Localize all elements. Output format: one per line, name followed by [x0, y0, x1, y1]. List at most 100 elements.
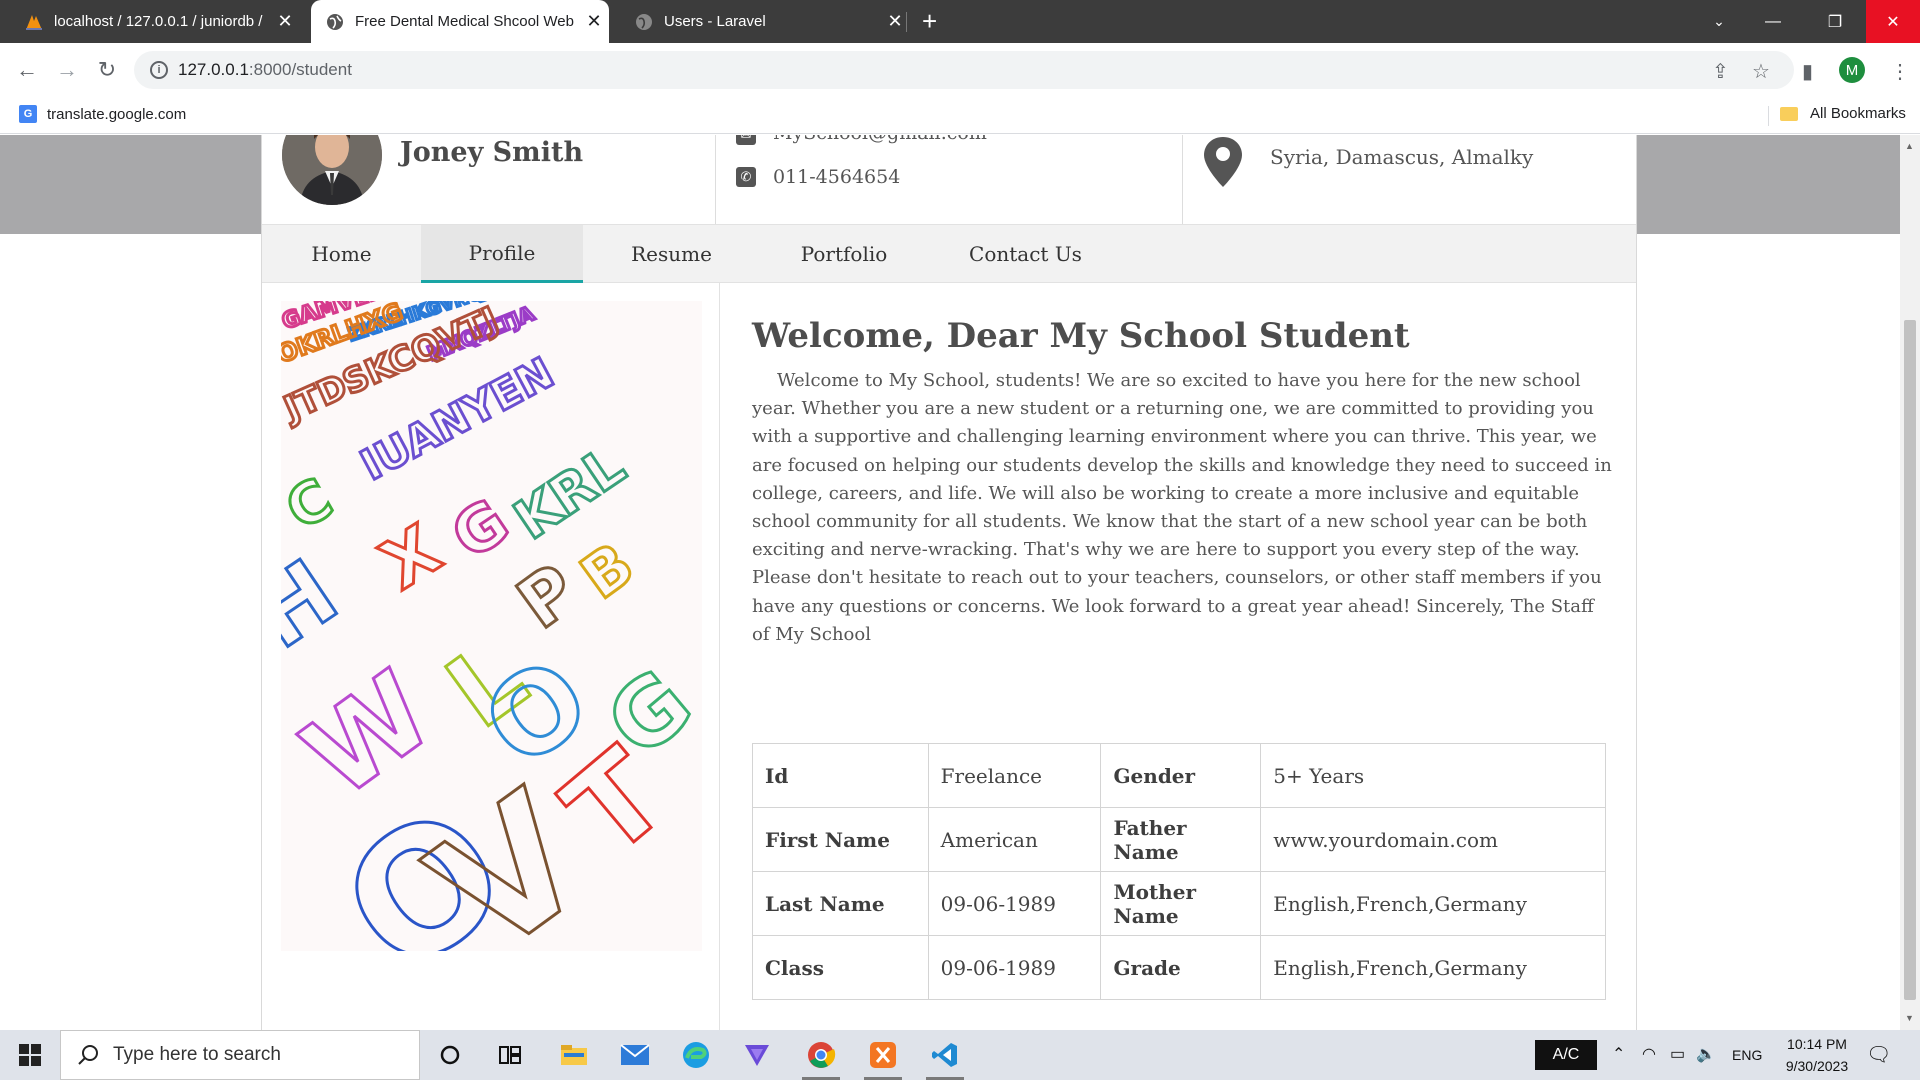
profile-nav-menu: Home Profile Resume Portfolio Contact Us: [262, 224, 1636, 283]
vscode-icon[interactable]: [918, 1030, 972, 1080]
minimize-button[interactable]: —: [1746, 0, 1800, 43]
table-key-cell: Gender: [1100, 743, 1262, 808]
back-arrow-icon[interactable]: ←: [10, 53, 44, 87]
tab-dental-school[interactable]: Free Dental Medical Shcool Web ✕: [311, 0, 609, 43]
globe-icon: [325, 12, 345, 32]
menu-item-profile[interactable]: Profile: [421, 225, 583, 283]
xampp-icon[interactable]: [856, 1030, 910, 1080]
edge-browser-icon[interactable]: [669, 1030, 723, 1080]
close-window-button[interactable]: ✕: [1866, 0, 1920, 43]
menu-item-contact-us[interactable]: Contact Us: [928, 225, 1123, 283]
restore-button[interactable]: ❐: [1808, 0, 1862, 43]
browser-tabstrip: localhost / 127.0.0.1 / juniordb / ✕ Fre…: [0, 0, 1920, 43]
profile-initial: M: [1845, 61, 1859, 79]
close-tab-icon[interactable]: ✕: [579, 11, 609, 32]
cortana-icon[interactable]: [423, 1030, 477, 1080]
tab-phpmyadmin[interactable]: localhost / 127.0.0.1 / juniordb / ✕: [0, 0, 300, 43]
student-name: Joney Smith: [400, 137, 584, 168]
table-row: Id Freelance Gender 5+ Years: [752, 743, 1606, 808]
all-bookmarks-label: All Bookmarks: [1810, 105, 1906, 122]
bookmarks-bar: G translate.google.com All Bookmarks: [0, 96, 1920, 134]
table-row: First Name American Father Name www.your…: [752, 807, 1606, 872]
menu-label: Portfolio: [800, 242, 888, 266]
windows-logo-icon: [19, 1044, 41, 1066]
table-key-cell: Id: [752, 743, 929, 808]
close-tab-icon[interactable]: ✕: [270, 11, 300, 32]
new-tab-button[interactable]: +: [922, 6, 937, 37]
menu-item-portfolio[interactable]: Portfolio: [760, 225, 928, 283]
tab-users-laravel[interactable]: Users - Laravel ✕: [610, 0, 910, 43]
table-key-cell: Last Name: [752, 871, 929, 936]
wifi-icon[interactable]: ◠: [1642, 1044, 1656, 1064]
menu-item-resume[interactable]: Resume: [583, 225, 760, 283]
phone-icon: ✆: [736, 167, 756, 187]
google-translate-icon: G: [19, 105, 37, 123]
share-icon[interactable]: ⇪: [1712, 59, 1729, 84]
volume-icon[interactable]: 🔈: [1696, 1044, 1716, 1064]
ac-indicator[interactable]: A/C: [1535, 1040, 1597, 1070]
tab-title: Free Dental Medical Shcool Web: [355, 13, 574, 30]
header-divider: [715, 135, 716, 225]
url-host: 127.0.0.1: [178, 60, 249, 79]
menu-kebab-icon[interactable]: ⋮: [1890, 59, 1910, 84]
windows-taskbar: Type here to search A/C ⌃ ◠ ▭ 🔈 ENG 10:1…: [0, 1030, 1920, 1080]
table-row: Last Name 09-06-1989 Mother Name English…: [752, 871, 1606, 936]
tab-title: Users - Laravel: [664, 13, 766, 30]
task-view-icon[interactable]: [483, 1030, 537, 1080]
folder-icon: [1780, 106, 1798, 121]
alphabet-letters-image: GAMVENIONKZ ZKRLHKGVNQ OKRLHXG MXQZLTJA …: [281, 301, 702, 951]
bookmark-separator: [1768, 106, 1769, 126]
tray-chevron-icon[interactable]: ⌃: [1612, 1044, 1625, 1064]
table-value-cell: English,French,Germany: [1260, 871, 1606, 936]
phpmyadmin-icon: [24, 12, 44, 32]
header-phone: 011-4564654: [773, 166, 901, 188]
table-key-cell: Class: [752, 935, 929, 1000]
all-bookmarks[interactable]: All Bookmarks: [1780, 105, 1906, 122]
forward-arrow-icon[interactable]: →: [50, 53, 84, 87]
table-key-cell: First Name: [752, 807, 929, 872]
student-photo: [282, 135, 382, 205]
student-info-table: Id Freelance Gender 5+ Years First Name …: [752, 743, 1606, 1000]
url-text: 127.0.0.1:8000/student: [178, 60, 352, 80]
address-bar[interactable]: i 127.0.0.1:8000/student: [134, 51, 1794, 89]
header-email[interactable]: MySchool@gmail.com: [773, 135, 987, 144]
table-key-cell: Father Name: [1100, 807, 1262, 872]
battery-icon[interactable]: ▭: [1670, 1044, 1685, 1064]
location-pin-icon: [1204, 137, 1242, 187]
page-viewport: Joney Smith ✉ MySchool@gmail.com ✆ 011-4…: [0, 135, 1900, 1030]
table-value-cell: 5+ Years: [1260, 743, 1606, 808]
table-value-cell: 09-06-1989: [927, 871, 1102, 936]
scroll-down-arrow-icon[interactable]: ▼: [1905, 1013, 1914, 1023]
browser-toolbar: ← → ↻ i 127.0.0.1:8000/student ⇪ ☆ ▮ M ⋮: [0, 43, 1920, 96]
menu-label: Profile: [468, 240, 536, 265]
site-info-icon[interactable]: i: [150, 61, 168, 79]
profile-avatar[interactable]: M: [1839, 57, 1865, 83]
side-panel-icon[interactable]: ▮: [1802, 59, 1813, 84]
envelope-icon: ✉: [736, 135, 756, 145]
clock-date[interactable]: 9/30/2023: [1782, 1058, 1852, 1074]
menu-label: Contact Us: [969, 242, 1082, 266]
clock-time[interactable]: 10:14 PM: [1782, 1036, 1852, 1052]
menu-label: Resume: [631, 242, 712, 266]
menu-item-home[interactable]: Home: [262, 225, 421, 283]
url-path: :8000/student: [248, 60, 352, 79]
tab-title: localhost / 127.0.0.1 / juniordb /: [54, 13, 263, 30]
chrome-icon[interactable]: [794, 1030, 848, 1080]
table-value-cell: American: [927, 807, 1102, 872]
tab-search-icon[interactable]: ⌄: [1692, 0, 1746, 43]
language-indicator[interactable]: ENG: [1732, 1047, 1762, 1063]
bookmark-star-icon[interactable]: ☆: [1752, 59, 1770, 84]
mail-icon[interactable]: [608, 1030, 662, 1080]
header-location: Syria, Damascus, Almalky: [1270, 145, 1534, 169]
welcome-paragraph: Welcome to My School, students! We are s…: [752, 370, 1612, 645]
scrollbar-thumb[interactable]: [1904, 320, 1916, 1000]
file-explorer-icon[interactable]: [547, 1030, 601, 1080]
bookmark-translate[interactable]: G translate.google.com: [19, 105, 186, 123]
scroll-up-arrow-icon[interactable]: ▲: [1905, 141, 1914, 151]
windows-start-button[interactable]: [0, 1030, 60, 1080]
taskbar-search-input[interactable]: Type here to search: [60, 1030, 420, 1080]
page-scrollbar[interactable]: ▲ ▼: [1900, 135, 1920, 1030]
vpn-app-icon[interactable]: [730, 1030, 784, 1080]
reload-icon[interactable]: ↻: [90, 53, 124, 87]
notifications-icon[interactable]: 🗨: [1866, 1042, 1891, 1067]
